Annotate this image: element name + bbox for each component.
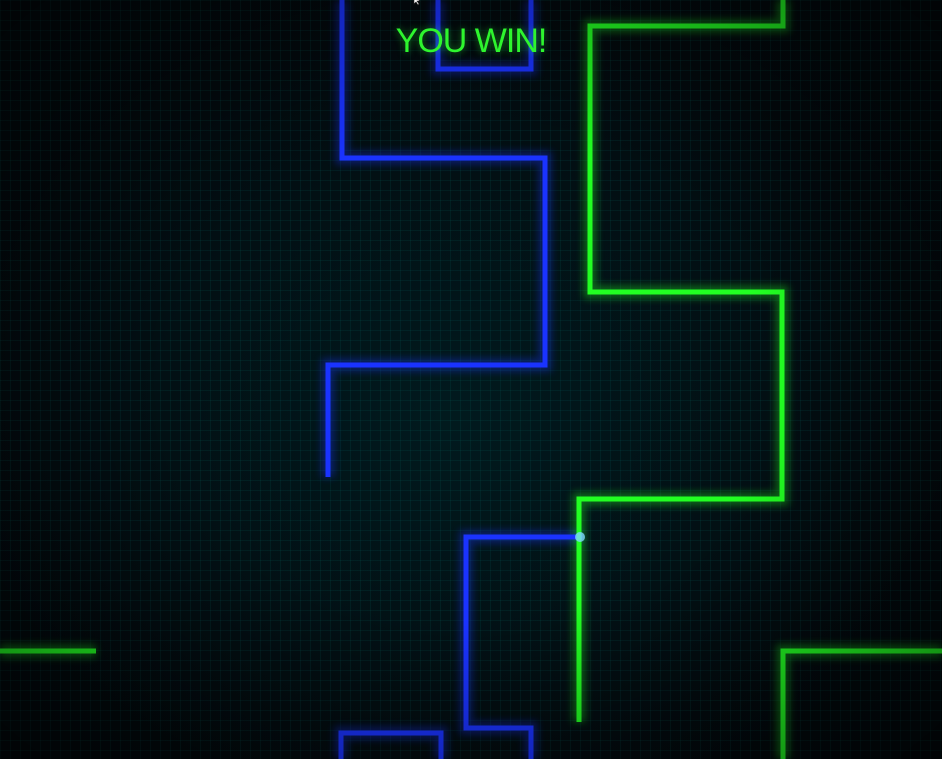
game-arena[interactable]: YOU WIN! [0,0,942,759]
opponent-trail-right [780,648,942,759]
trail-glow-layer [0,0,942,759]
light-trails-layer [0,0,942,759]
collision-spark [575,532,585,542]
opponent-trail-main [576,0,786,722]
mouse-pointer-icon [413,0,421,6]
game-status-message: YOU WIN! [395,22,548,60]
player-trail-lower [463,534,582,759]
